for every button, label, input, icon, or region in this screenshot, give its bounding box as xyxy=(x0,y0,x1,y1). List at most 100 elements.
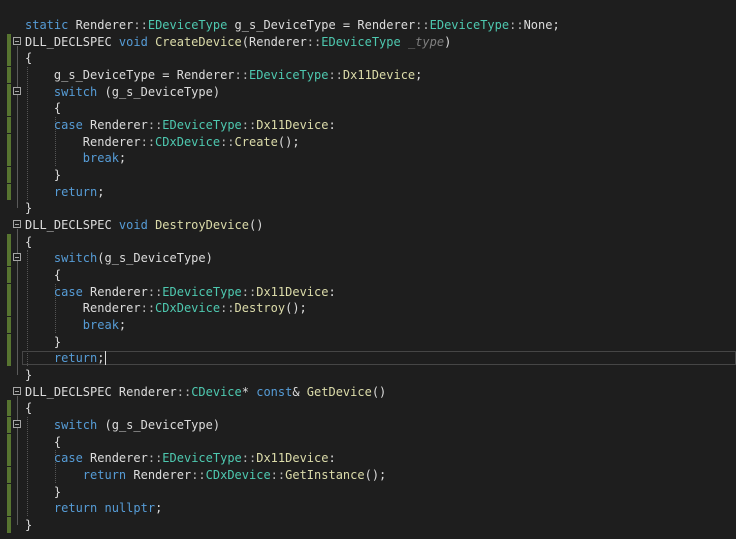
code-line[interactable]: return Renderer::CDxDevice::GetInstance(… xyxy=(0,467,736,483)
code-token: Dx11Device xyxy=(256,118,329,132)
code-token: case xyxy=(53,451,83,465)
code-token: { xyxy=(25,101,62,115)
code-line[interactable]: } xyxy=(0,367,736,383)
code-line[interactable]: Renderer::CDxDevice::Destroy(); xyxy=(0,300,736,316)
collapse-icon[interactable] xyxy=(13,387,21,395)
code-token: ; xyxy=(155,501,163,515)
code-line[interactable]: switch(g_s_DeviceType) xyxy=(0,250,736,266)
code-line[interactable]: return nullptr; xyxy=(0,500,736,516)
code-line[interactable]: break; xyxy=(0,317,736,333)
code-text: DLL_DECLSPEC void DestroyDevice() xyxy=(25,217,263,233)
code-text: { xyxy=(25,400,32,416)
code-token: g_s_DeviceType = Renderer xyxy=(227,18,416,32)
collapse-icon[interactable] xyxy=(13,220,21,228)
code-token: { xyxy=(25,51,33,65)
code-line[interactable]: Renderer::CDxDevice::Create(); xyxy=(0,134,736,150)
code-line[interactable]: case Renderer::EDeviceType::Dx11Device: xyxy=(0,117,736,133)
code-token: Renderer xyxy=(82,285,148,299)
code-token: :: xyxy=(220,135,235,149)
code-text: } xyxy=(25,367,32,383)
collapse-icon[interactable] xyxy=(13,37,21,45)
code-token: :: xyxy=(415,18,430,32)
collapse-icon[interactable] xyxy=(13,87,21,95)
code-token: switch xyxy=(53,251,98,265)
code-line[interactable]: switch (g_s_DeviceType) xyxy=(0,417,736,433)
code-text: return nullptr; xyxy=(25,500,162,516)
code-text: { xyxy=(25,50,32,66)
code-line[interactable]: { xyxy=(0,400,736,416)
code-line[interactable]: } xyxy=(0,200,736,216)
code-token: static xyxy=(25,18,69,32)
code-editor[interactable]: static Renderer::EDeviceType g_s_DeviceT… xyxy=(0,0,736,539)
code-line[interactable]: DLL_DECLSPEC void DestroyDevice() xyxy=(0,217,736,233)
code-token: Renderer xyxy=(126,468,192,482)
change-indicator xyxy=(7,184,11,200)
code-text: static Renderer::EDeviceType g_s_DeviceT… xyxy=(25,17,560,33)
code-text: return; xyxy=(25,350,106,366)
code-token: (g_s_DeviceType) xyxy=(97,85,221,99)
code-line[interactable]: case Renderer::EDeviceType::Dx11Device: xyxy=(0,450,736,466)
change-indicator xyxy=(7,267,11,283)
code-token: CDxDevice xyxy=(205,468,271,482)
code-token: ; xyxy=(552,18,560,32)
code-line[interactable]: { xyxy=(0,434,736,450)
code-line[interactable]: break; xyxy=(0,150,736,166)
code-token: :: xyxy=(147,285,163,299)
code-line[interactable]: { xyxy=(0,234,736,250)
change-indicator xyxy=(7,34,11,50)
code-token: CDevice xyxy=(191,385,242,399)
collapse-icon[interactable] xyxy=(13,253,21,261)
code-text: break; xyxy=(25,150,126,166)
code-line[interactable]: } xyxy=(0,334,736,350)
code-line[interactable]: return; xyxy=(0,350,736,366)
code-line[interactable]: case Renderer::EDeviceType::Dx11Device: xyxy=(0,284,736,300)
code-line[interactable]: { xyxy=(0,100,736,116)
code-token: Dx11Device xyxy=(342,68,416,82)
code-line[interactable]: { xyxy=(0,267,736,283)
change-indicator xyxy=(7,417,11,433)
code-token: EDeviceType xyxy=(321,35,401,49)
code-text: case Renderer::EDeviceType::Dx11Device: xyxy=(25,450,336,466)
code-line[interactable]: g_s_DeviceType = Renderer::EDeviceType::… xyxy=(0,67,736,83)
code-text: return; xyxy=(25,184,105,200)
code-token: EDeviceType xyxy=(162,451,242,465)
code-token: (); xyxy=(364,468,387,482)
code-line[interactable]: { xyxy=(0,50,736,66)
code-line[interactable]: } xyxy=(0,517,736,533)
change-indicator xyxy=(7,50,11,66)
code-token: } xyxy=(25,485,62,499)
code-token: & xyxy=(292,385,307,399)
code-token: : xyxy=(328,118,336,132)
code-line[interactable]: } xyxy=(0,167,736,183)
code-token: EDeviceType xyxy=(248,68,329,82)
code-token: :: xyxy=(176,385,192,399)
code-text: } xyxy=(25,517,32,533)
code-token: case xyxy=(53,285,83,299)
code-token: } xyxy=(25,368,33,382)
code-line[interactable]: DLL_DECLSPEC Renderer::CDevice* const& G… xyxy=(0,384,736,400)
code-line[interactable]: return; xyxy=(0,184,736,200)
change-indicator xyxy=(7,84,11,100)
code-text: break; xyxy=(25,317,126,333)
code-line[interactable]: DLL_DECLSPEC void CreateDevice(Renderer:… xyxy=(0,34,736,50)
code-line[interactable]: switch (g_s_DeviceType) xyxy=(0,84,736,100)
code-token: } xyxy=(25,335,62,349)
code-token: EDeviceType xyxy=(162,118,242,132)
code-token: :: xyxy=(133,18,148,32)
code-text: { xyxy=(25,267,61,283)
code-token: switch xyxy=(53,418,98,432)
code-token: :: xyxy=(270,468,286,482)
collapse-icon[interactable] xyxy=(13,420,21,428)
code-token: } xyxy=(25,518,33,532)
code-line[interactable]: } xyxy=(0,484,736,500)
code-token: return xyxy=(53,501,98,515)
code-line[interactable]: static Renderer::EDeviceType g_s_DeviceT… xyxy=(0,17,736,33)
code-token: g_s_DeviceType = Renderer xyxy=(25,68,235,82)
code-token: :: xyxy=(306,35,322,49)
code-token: :: xyxy=(241,118,257,132)
code-token: :: xyxy=(509,18,524,32)
code-token: } xyxy=(25,168,62,182)
